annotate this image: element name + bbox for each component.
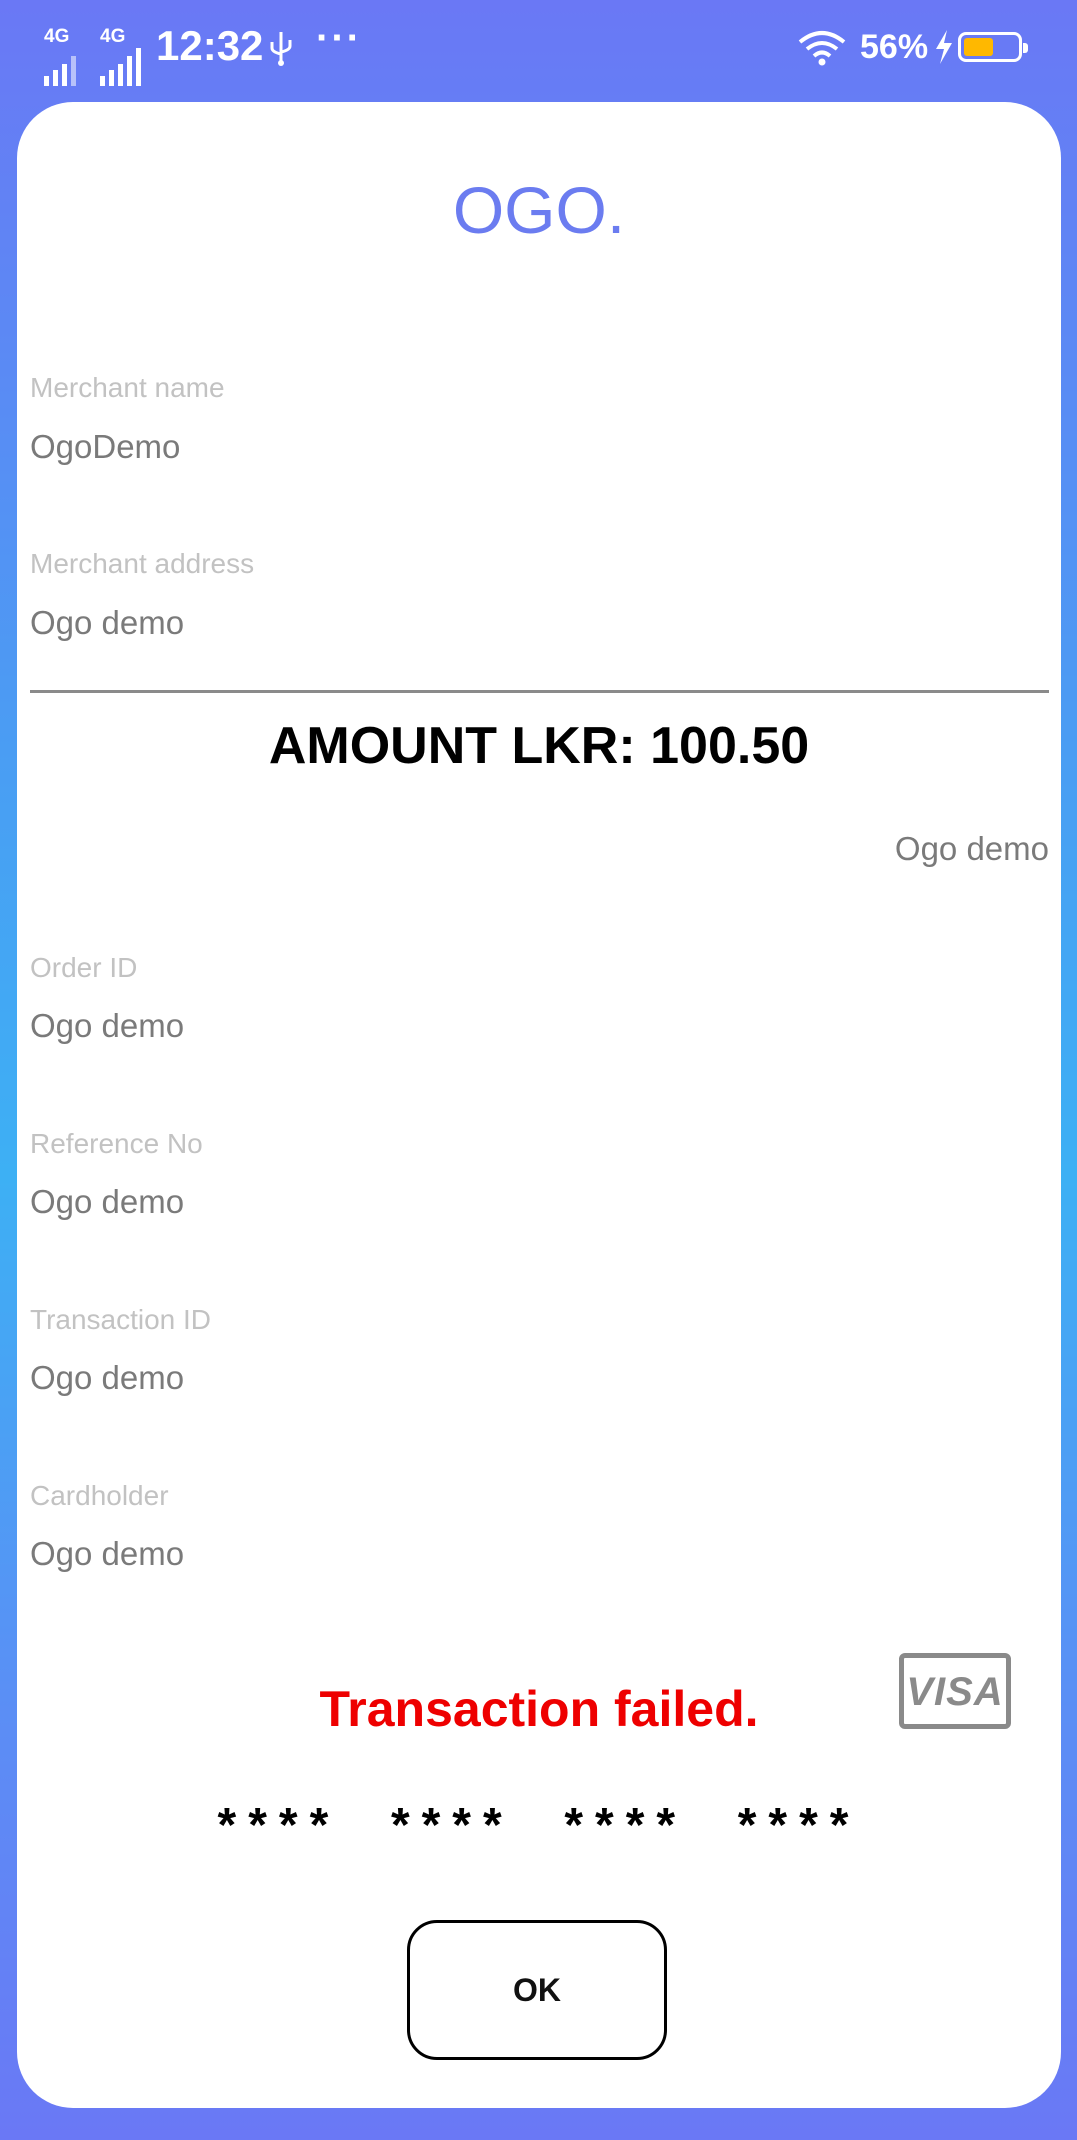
transaction-status-message: Transaction failed. [319, 1681, 759, 1737]
wifi-icon [798, 30, 846, 71]
transaction-id-label: Transaction ID [30, 1304, 212, 1335]
masked-card-number: **** **** **** **** [217, 1799, 861, 1852]
network-type-label: 4G [44, 26, 70, 47]
merchant-address-label: Merchant address [30, 548, 255, 579]
divider [30, 690, 1049, 693]
usb-icon [268, 30, 294, 71]
merchant-name-label: Merchant name [30, 372, 225, 403]
order-id-label: Order ID [30, 952, 138, 983]
battery-cap [1023, 43, 1028, 53]
battery-percentage: 56% [860, 28, 929, 66]
network-type-label: 4G [100, 26, 126, 47]
charging-icon [934, 30, 954, 69]
ok-button[interactable]: OK [407, 1920, 667, 2060]
battery-fill [964, 38, 993, 56]
merchant-address-value: Ogo demo [30, 604, 185, 641]
transaction-card: OGO. Merchant name OgoDemo Merchant addr… [17, 102, 1061, 2108]
brand-logo: OGO. [452, 173, 626, 247]
amount-text: AMOUNT LKR: 100.50 [268, 717, 810, 775]
status-bar: 4G 4G 12:32 ··· 56% [0, 0, 1077, 100]
clock: 12:32 [156, 22, 264, 69]
reference-no-label: Reference No [30, 1128, 203, 1159]
reference-no-value: Ogo demo [30, 1183, 185, 1220]
order-id-value: Ogo demo [30, 1007, 185, 1044]
cardholder-label: Cardholder [30, 1480, 169, 1511]
transaction-id-value: Ogo demo [30, 1359, 185, 1396]
merchant-name-value: OgoDemo [30, 428, 181, 465]
battery-icon [958, 32, 1028, 62]
extra-value: Ogo demo [894, 830, 1049, 867]
more-notifications-indicator: ··· [316, 16, 362, 60]
cardholder-value: Ogo demo [30, 1535, 185, 1572]
